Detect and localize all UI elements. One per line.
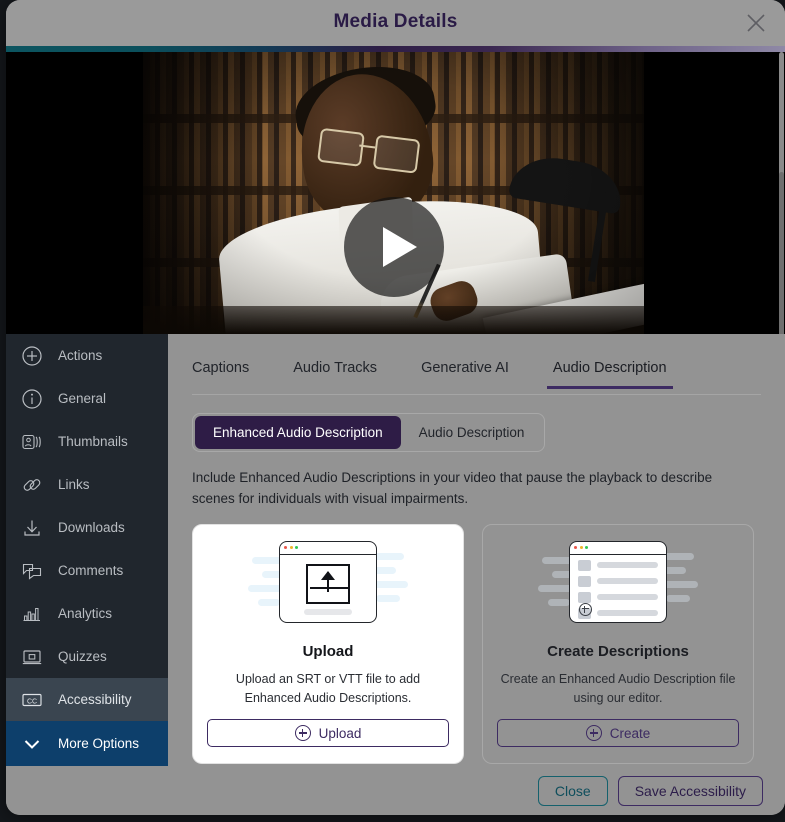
tab-bar: Captions Audio Tracks Generative AI Audi… (192, 354, 761, 395)
download-icon (20, 516, 44, 540)
save-accessibility-button[interactable]: Save Accessibility (617, 775, 763, 806)
segment-audio-description[interactable]: Audio Description (401, 416, 543, 449)
thumbnails-icon (20, 430, 44, 454)
close-icon[interactable] (743, 10, 769, 36)
sidebar-item-label: More Options (58, 736, 140, 751)
sidebar-item-label: Downloads (58, 520, 125, 535)
bar-chart-icon (20, 602, 44, 626)
upload-illustration (248, 537, 408, 635)
media-details-modal: Media Details Actions General Thumbnails… (6, 0, 785, 815)
sidebar-item-links[interactable]: Links (6, 463, 168, 506)
plus-circle-icon (20, 344, 44, 368)
create-button-label: Create (609, 725, 651, 741)
upload-button[interactable]: Upload (207, 719, 449, 748)
card-description: Upload an SRT or VTT file to add Enhance… (235, 671, 421, 705)
editor-list-illustration (538, 537, 698, 635)
upload-card[interactable]: Upload Upload an SRT or VTT file to add … (192, 523, 464, 765)
play-icon[interactable] (344, 197, 444, 297)
close-button[interactable]: Close (537, 775, 608, 806)
sidebar-item-label: Links (58, 477, 90, 492)
segment-enhanced-audio-description[interactable]: Enhanced Audio Description (195, 416, 401, 449)
chevron-down-icon (20, 732, 44, 756)
sidebar-item-downloads[interactable]: Downloads (6, 506, 168, 549)
svg-text:CC: CC (27, 698, 37, 705)
create-button[interactable]: Create (497, 719, 739, 748)
card-description: Create an Enhanced Audio Description fil… (500, 671, 736, 705)
tab-generative-ai[interactable]: Generative AI (421, 354, 509, 388)
video-player[interactable] (6, 52, 785, 334)
tab-captions[interactable]: Captions (192, 354, 249, 388)
page-title: Media Details (333, 11, 458, 32)
sidebar-item-label: Actions (58, 348, 103, 363)
tab-audio-description[interactable]: Audio Description (546, 354, 673, 389)
option-cards: Upload Upload an SRT or VTT file to add … (192, 523, 761, 765)
sidebar-item-comments[interactable]: Comments (6, 549, 168, 592)
card-title: Create Descriptions (547, 642, 689, 660)
sidebar-item-label: Thumbnails (58, 434, 128, 449)
browser-window-graphic (279, 540, 377, 623)
info-circle-icon (20, 387, 44, 411)
comments-icon (20, 559, 44, 583)
sidebar-item-more-options[interactable]: More Options (6, 721, 168, 766)
sidebar-item-thumbnails[interactable]: Thumbnails (6, 420, 168, 463)
sidebar-item-label: Accessibility (58, 692, 132, 707)
modal-header: Media Details (6, 0, 785, 46)
list-rows-graphic (578, 559, 658, 624)
sidebar: Actions General Thumbnails Links Downloa… (6, 334, 168, 766)
sidebar-item-quizzes[interactable]: Quizzes (6, 635, 168, 678)
sidebar-item-label: Comments (58, 563, 124, 578)
modal-footer: Close Save Accessibility (6, 766, 785, 815)
sidebar-item-accessibility[interactable]: CC Accessibility (6, 678, 168, 721)
link-icon (20, 473, 44, 497)
audio-description-mode-toggle: Enhanced Audio Description Audio Descrip… (192, 413, 546, 452)
upload-arrow-icon (306, 563, 350, 604)
upload-button-label: Upload (318, 725, 362, 741)
create-descriptions-card[interactable]: Create Descriptions Create an Enhanced A… (482, 523, 754, 765)
screen: Media Details Actions General Thumbnails… (0, 0, 785, 822)
closed-caption-icon: CC (20, 688, 44, 712)
tab-audio-tracks[interactable]: Audio Tracks (293, 354, 377, 388)
content-panel: Captions Audio Tracks Generative AI Audi… (168, 334, 785, 766)
sidebar-item-actions[interactable]: Actions (6, 334, 168, 377)
sidebar-item-label: Quizzes (58, 649, 107, 664)
card-title: Upload (302, 642, 354, 660)
add-row-icon (579, 602, 592, 616)
sidebar-item-label: General (58, 391, 107, 406)
plus-circle-icon (294, 725, 311, 742)
sidebar-item-analytics[interactable]: Analytics (6, 592, 168, 635)
sidebar-item-general[interactable]: General (6, 377, 168, 420)
section-description: Include Enhanced Audio Descriptions in y… (192, 470, 713, 506)
browser-window-graphic (569, 540, 667, 624)
sidebar-item-label: Analytics (58, 606, 113, 621)
quiz-screen-icon (20, 645, 44, 669)
plus-circle-icon (585, 725, 602, 742)
